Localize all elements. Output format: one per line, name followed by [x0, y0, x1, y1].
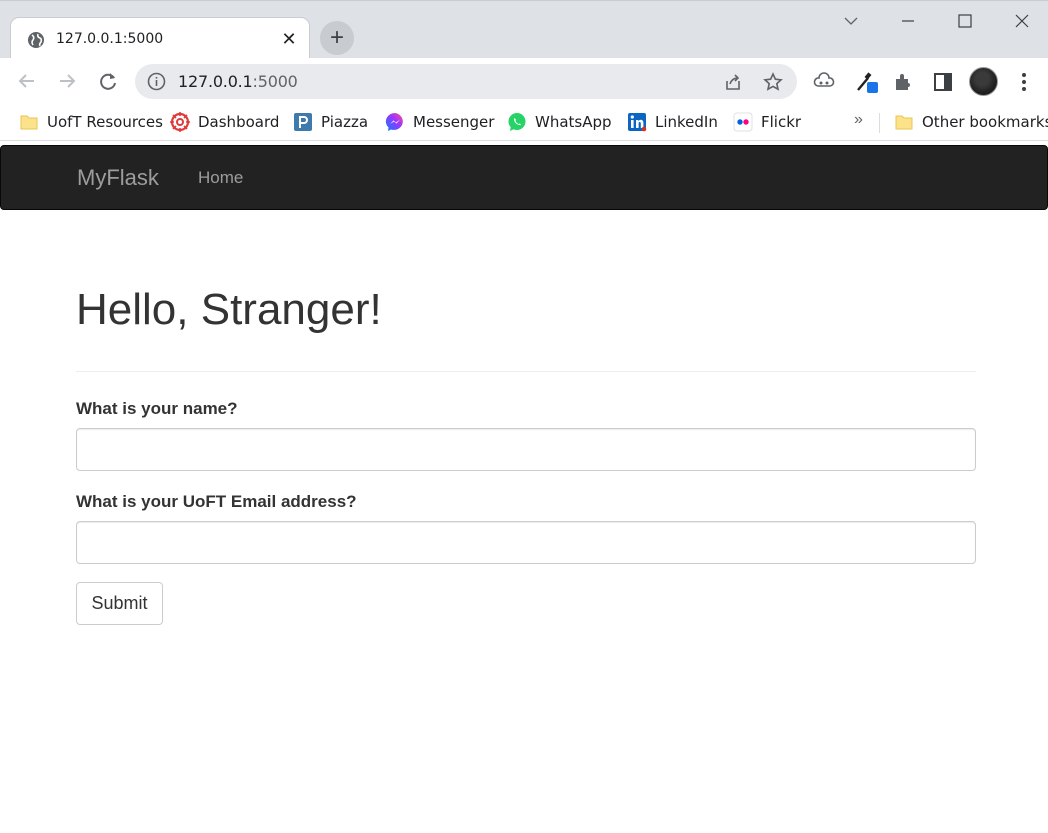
messenger-icon — [385, 112, 403, 131]
bookmark-star-icon[interactable] — [762, 71, 784, 93]
tab-close-icon[interactable]: ✕ — [279, 29, 299, 49]
new-tab-button[interactable]: + — [320, 21, 354, 55]
site-info-icon[interactable] — [147, 72, 166, 91]
name-label: What is your name? — [76, 399, 238, 418]
globe-icon — [28, 32, 44, 48]
minimize-icon[interactable] — [898, 11, 918, 31]
forward-arrow-icon[interactable] — [56, 70, 78, 92]
share-icon[interactable] — [722, 71, 744, 93]
nav-link-home[interactable]: Home — [198, 168, 243, 188]
side-panel-icon[interactable] — [931, 70, 955, 94]
submit-button[interactable]: Submit — [76, 582, 163, 625]
email-label: What is your UoFT Email address? — [76, 492, 357, 511]
reload-icon[interactable] — [97, 70, 119, 92]
tab-title: 127.0.0.1:5000 — [56, 31, 164, 47]
address-bar[interactable]: 127.0.0.1:5000 — [135, 64, 797, 99]
page-header: Hello, Stranger! — [76, 283, 976, 372]
menu-kebab-icon[interactable] — [1012, 70, 1036, 94]
dashboard-icon — [170, 112, 190, 132]
bookmarks-bar: UofT Resources Dashboard Piazza Messenge… — [0, 104, 1048, 141]
name-input[interactable] — [76, 428, 976, 471]
page-title: Hello, Stranger! — [76, 285, 382, 334]
browser-toolbar: 127.0.0.1:5000 — [0, 58, 1048, 104]
tab-search-icon[interactable] — [841, 11, 861, 31]
piazza-icon — [294, 113, 312, 131]
color-picker-icon[interactable] — [854, 70, 878, 94]
close-window-icon[interactable] — [1012, 11, 1032, 31]
extension-cloud-icon[interactable] — [812, 70, 836, 94]
browser-titlebar: 127.0.0.1:5000 ✕ + — [0, 0, 1048, 60]
folder-icon — [20, 115, 38, 130]
profile-avatar[interactable] — [969, 67, 998, 96]
folder-icon — [895, 115, 913, 130]
bookmarks-divider — [879, 113, 880, 133]
browser-tab[interactable]: 127.0.0.1:5000 ✕ — [10, 17, 310, 60]
flickr-icon — [733, 112, 753, 132]
address-url: 127.0.0.1:5000 — [178, 72, 298, 91]
email-input[interactable] — [76, 521, 976, 564]
whatsapp-icon — [508, 113, 526, 131]
maximize-icon[interactable] — [955, 11, 975, 31]
linkedin-icon — [628, 113, 647, 132]
site-navbar: MyFlask Home — [0, 145, 1048, 210]
extensions-puzzle-icon[interactable] — [892, 70, 916, 94]
back-arrow-icon[interactable] — [16, 70, 38, 92]
navbar-brand[interactable]: MyFlask — [77, 165, 159, 191]
more-bookmarks-chevron-icon[interactable]: » — [854, 111, 863, 129]
